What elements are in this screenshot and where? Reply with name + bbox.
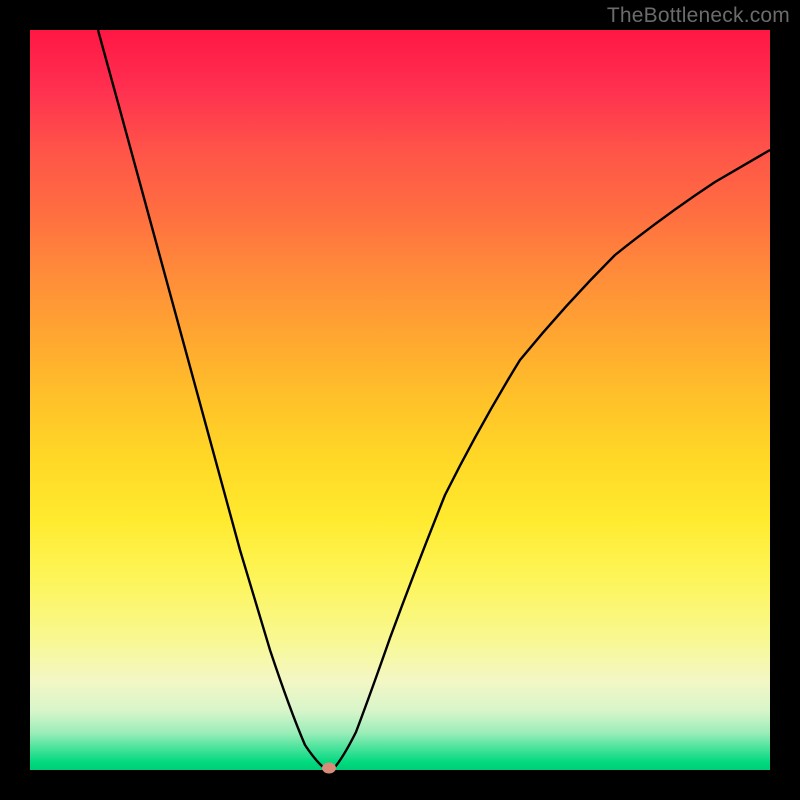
chart-frame: TheBottleneck.com (0, 0, 800, 800)
watermark-text: TheBottleneck.com (607, 4, 790, 28)
gradient-plot-area (30, 30, 770, 770)
optimal-point-marker (322, 763, 336, 774)
